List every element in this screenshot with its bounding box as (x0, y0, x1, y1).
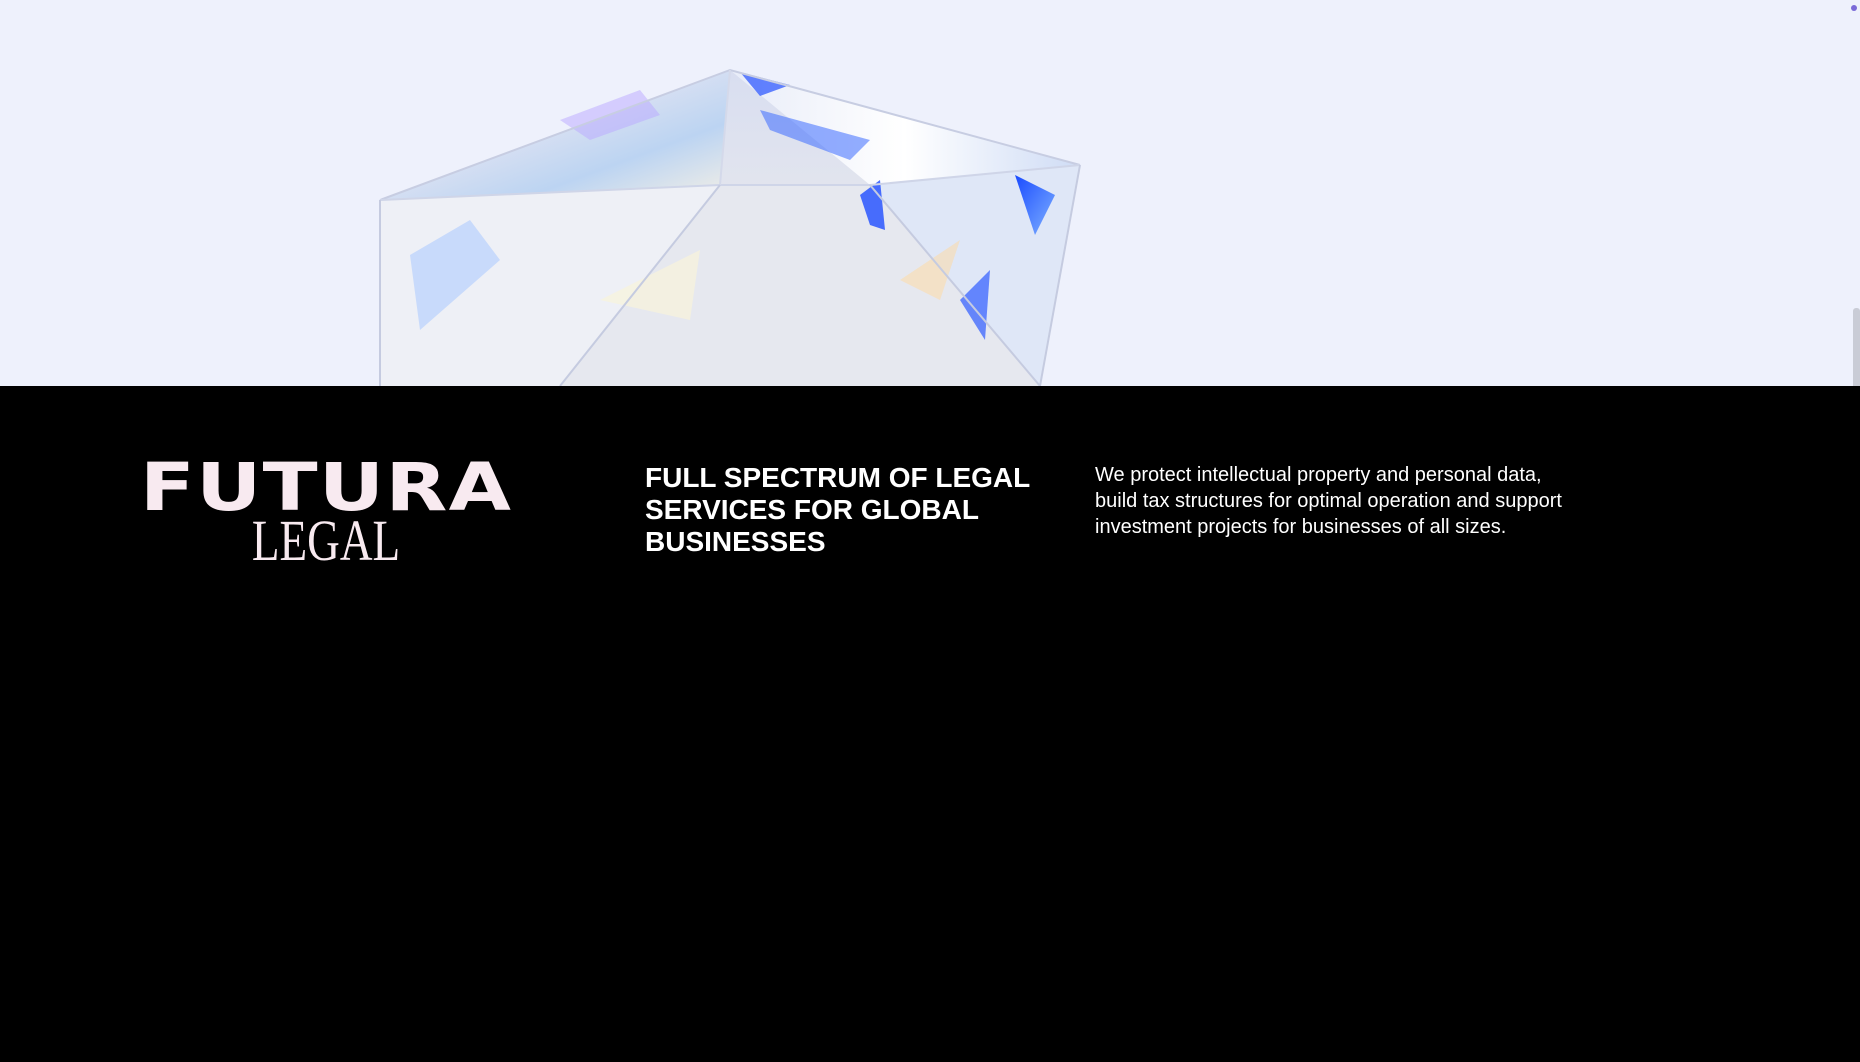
hero-banner (0, 0, 1860, 386)
futura-legal-logo[interactable]: FUTURA LEGAL (133, 455, 519, 573)
crystal-gem-image (379, 68, 1081, 386)
intro-section: FUTURA LEGAL FULL SPECTRUM OF LEGAL SERV… (0, 386, 1860, 1062)
section-headline: FULL SPECTRUM OF LEGAL SERVICES FOR GLOB… (645, 462, 1030, 557)
logo-subtitle: LEGAL (251, 508, 401, 573)
section-description: We protect intellectual property and per… (1095, 464, 1562, 538)
scrollbar-thumb[interactable] (1853, 308, 1860, 396)
